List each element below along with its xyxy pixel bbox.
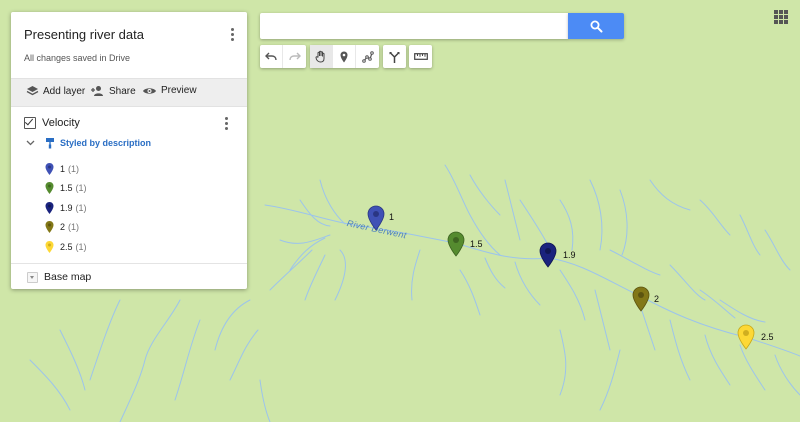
layer-visibility-checkbox[interactable] [24,117,36,129]
pan-tool-button[interactable] [310,45,333,68]
apps-grid-icon[interactable] [774,10,788,24]
map-legend-panel: Presenting river data All changes saved … [11,12,247,289]
directions-button[interactable] [383,45,406,68]
history-tools [260,45,306,68]
redo-button[interactable] [283,45,306,68]
legend-pin-icon [45,182,54,195]
eye-icon [143,87,156,94]
map-options-icon[interactable] [231,28,235,42]
legend-count: (1) [75,202,87,213]
legend-item: 2.5 (1) [45,237,87,257]
measure-button[interactable] [409,45,432,68]
legend-label: 2.5 [60,241,73,252]
legend-count: (1) [68,222,80,233]
base-map-row[interactable]: Base map [11,263,247,290]
marker-pin-icon [367,205,385,231]
save-status: All changes saved in Drive [24,53,131,63]
map-marker[interactable] [539,242,557,268]
layer-name[interactable]: Velocity [42,117,80,129]
layer-options-icon[interactable] [225,117,229,131]
legend-label: 1.5 [60,183,73,194]
marker-label: 2 [654,294,660,304]
search-input[interactable] [260,13,568,39]
layers-icon [26,86,39,96]
map-title[interactable]: Presenting river data [24,27,144,42]
marker-label: 1.9 [563,250,576,260]
search-icon [590,20,602,32]
directions-tools [383,45,406,68]
directions-icon [389,51,400,63]
layer-style-row[interactable]: Styled by description [26,137,151,149]
add-marker-button[interactable] [333,45,356,68]
line-icon [361,50,374,63]
legend-item: 1.9 (1) [45,198,87,218]
legend-count: (1) [75,183,87,194]
legend-count: (1) [75,241,87,252]
legend-count: (1) [68,163,80,174]
legend-pin-icon [45,201,54,214]
preview-button[interactable]: Preview [142,85,197,96]
expand-arrow-icon[interactable] [27,272,38,283]
marker-label: 1.5 [470,239,483,249]
preview-label: Preview [161,85,197,96]
map-marker[interactable] [632,286,650,312]
legend-item: 2 (1) [45,218,87,238]
layer-velocity[interactable]: Velocity [24,117,80,129]
marker-pin-icon [632,286,650,312]
ruler-icon [413,53,428,60]
chevron-down-icon[interactable] [26,140,35,146]
legend-list: 1 (1) 1.5 (1) 1.9 (1) 2 (1) 2.5 (1) [45,159,87,257]
hand-icon [315,50,325,63]
legend-pin-icon [45,162,54,175]
marker-label: 1 [389,212,395,222]
legend-label: 1 [60,163,66,174]
legend-item: 1 (1) [45,159,87,179]
map-marker[interactable] [447,231,465,257]
legend-item: 1.5 (1) [45,179,87,199]
redo-icon [288,52,301,60]
panel-actions: Add layer Share Preview [11,78,247,107]
marker-pin-icon [737,324,755,350]
measure-tools [409,45,432,68]
style-label[interactable]: Styled by description [60,138,151,148]
base-map-label[interactable]: Base map [44,271,91,283]
marker-pin-icon [447,231,465,257]
legend-label: 2 [60,222,66,233]
marker-label: 2.5 [761,332,774,342]
map-marker[interactable] [367,205,385,231]
share-label: Share [109,85,136,97]
legend-label: 1.9 [60,202,73,213]
add-layer-label: Add layer [43,85,86,97]
draw-line-button[interactable] [356,45,379,68]
add-layer-button[interactable]: Add layer [26,85,85,97]
draw-tools [310,45,379,68]
legend-pin-icon [45,240,54,253]
share-button[interactable]: Share [90,85,136,97]
search-button[interactable] [568,13,624,39]
add-person-icon [91,86,103,96]
paint-roller-icon [46,138,54,149]
undo-icon [265,52,277,60]
legend-pin-icon [45,221,54,234]
marker-icon [340,51,348,62]
marker-pin-icon [539,242,557,268]
undo-button[interactable] [260,45,283,68]
map-marker[interactable] [737,324,755,350]
